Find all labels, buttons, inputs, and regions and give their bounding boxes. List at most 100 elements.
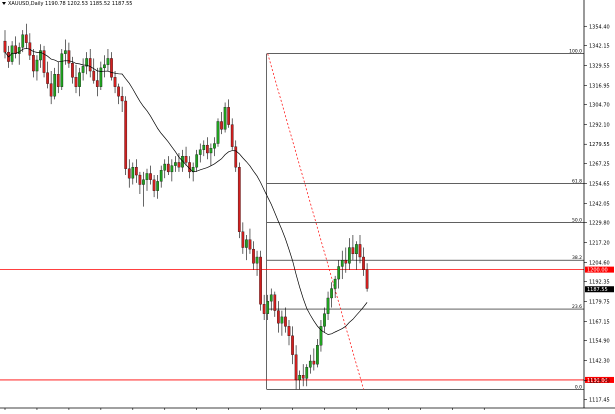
candle-body[interactable] <box>156 181 159 191</box>
candle-body[interactable] <box>287 326 291 336</box>
candle-body[interactable] <box>237 167 241 232</box>
candle-body[interactable] <box>280 316 284 324</box>
candle-body[interactable] <box>301 375 305 379</box>
candle-body[interactable] <box>103 64 106 69</box>
candle-body[interactable] <box>120 96 124 102</box>
candle-body[interactable] <box>49 83 53 97</box>
candle-body[interactable] <box>106 58 110 65</box>
candle-body[interactable] <box>230 124 234 147</box>
candle-body[interactable] <box>294 354 298 381</box>
candle-body[interactable] <box>347 247 351 264</box>
fib-level-label: 0.0 <box>575 384 582 390</box>
candle-body[interactable] <box>358 244 362 258</box>
candle-body[interactable] <box>351 247 355 255</box>
candle-body[interactable] <box>74 77 78 87</box>
candle-body[interactable] <box>298 375 302 381</box>
candle-body[interactable] <box>149 173 152 180</box>
candle-body[interactable] <box>117 86 120 97</box>
candle-body[interactable] <box>259 256 262 305</box>
candle-body[interactable] <box>113 77 117 87</box>
candle-body[interactable] <box>312 360 316 365</box>
candle-body[interactable] <box>262 304 266 314</box>
candle-body[interactable] <box>234 146 238 168</box>
candle-body[interactable] <box>177 162 181 168</box>
price-chart[interactable]: 100.061.850.038.223.60.01200.001130.00 1… <box>0 0 615 414</box>
candle-body[interactable] <box>241 231 245 248</box>
candle-body[interactable] <box>138 174 142 185</box>
candle-body[interactable] <box>213 143 216 149</box>
candle-body[interactable] <box>110 58 113 78</box>
candle-body[interactable] <box>252 248 255 264</box>
candle-body[interactable] <box>56 74 60 87</box>
candle-body[interactable] <box>184 155 188 163</box>
candle-body[interactable] <box>216 121 220 144</box>
candle-body[interactable] <box>220 121 223 130</box>
candle-body[interactable] <box>152 179 156 191</box>
candle-body[interactable] <box>276 310 280 324</box>
candle-body[interactable] <box>269 294 273 302</box>
candle-body[interactable] <box>245 239 248 248</box>
candle-body[interactable] <box>131 167 135 179</box>
candle-body[interactable] <box>163 163 167 171</box>
candle-body[interactable] <box>24 34 28 43</box>
candle-body[interactable] <box>326 297 330 314</box>
candle-body[interactable] <box>316 345 319 365</box>
candle-body[interactable] <box>174 162 177 166</box>
candle-body[interactable] <box>21 34 25 48</box>
candle-body[interactable] <box>134 167 138 176</box>
candle-body[interactable] <box>365 269 369 289</box>
candle-body[interactable] <box>53 74 57 97</box>
candle-body[interactable] <box>330 288 333 299</box>
fib-level-label: 23.6 <box>572 304 582 310</box>
candle-body[interactable] <box>32 55 35 72</box>
candle-body[interactable] <box>362 256 365 270</box>
candle-body[interactable] <box>188 162 191 173</box>
candle-body[interactable] <box>159 170 163 182</box>
candle-body[interactable] <box>305 367 309 379</box>
price-tick-label: 1204.60 <box>589 260 610 266</box>
candle-body[interactable] <box>340 260 344 267</box>
candle-body[interactable] <box>81 66 85 73</box>
candle-body[interactable] <box>337 266 341 280</box>
candle-body[interactable] <box>205 144 209 154</box>
candle-body[interactable] <box>355 244 358 255</box>
candle-body[interactable] <box>99 67 103 87</box>
chart-window[interactable]: XAUUSD,Daily 1190.78 1202.53 1185.52 118… <box>0 0 615 414</box>
candle-body[interactable] <box>14 45 17 54</box>
candle-body[interactable] <box>248 239 252 250</box>
candle-body[interactable] <box>142 179 145 185</box>
fib-trendline[interactable] <box>267 53 364 390</box>
candle-body[interactable] <box>145 173 149 180</box>
candle-body[interactable] <box>227 107 230 125</box>
candle-body[interactable] <box>323 313 326 327</box>
candle-body[interactable] <box>3 40 7 53</box>
candle-body[interactable] <box>166 163 170 173</box>
candle-body[interactable] <box>291 335 294 355</box>
candle-body[interactable] <box>17 47 21 54</box>
candle-body[interactable] <box>64 50 67 54</box>
candle-body[interactable] <box>273 294 277 311</box>
candle-body[interactable] <box>88 58 92 72</box>
candle-body[interactable] <box>223 107 227 130</box>
candle-body[interactable] <box>46 72 49 84</box>
candle-body[interactable] <box>35 59 39 72</box>
candle-body[interactable] <box>60 53 64 87</box>
candle-body[interactable] <box>308 360 312 368</box>
candle-body[interactable] <box>209 148 213 154</box>
candle-body[interactable] <box>92 70 96 81</box>
candle-body[interactable] <box>71 63 74 78</box>
candle-body[interactable] <box>333 278 337 289</box>
candle-body[interactable] <box>95 80 99 87</box>
candle-body[interactable] <box>284 316 287 327</box>
candle-body[interactable] <box>255 256 259 264</box>
candle-body[interactable] <box>170 165 174 173</box>
candle-body[interactable] <box>78 72 81 87</box>
candle-body[interactable] <box>198 149 202 155</box>
candle-body[interactable] <box>266 300 270 314</box>
candle-body[interactable] <box>124 100 128 169</box>
symbol-dropdown-icon[interactable] <box>2 2 6 5</box>
candle-body[interactable] <box>127 168 131 179</box>
candle-body[interactable] <box>344 260 348 264</box>
candle-body[interactable] <box>202 144 206 150</box>
candle-body[interactable] <box>195 154 199 168</box>
